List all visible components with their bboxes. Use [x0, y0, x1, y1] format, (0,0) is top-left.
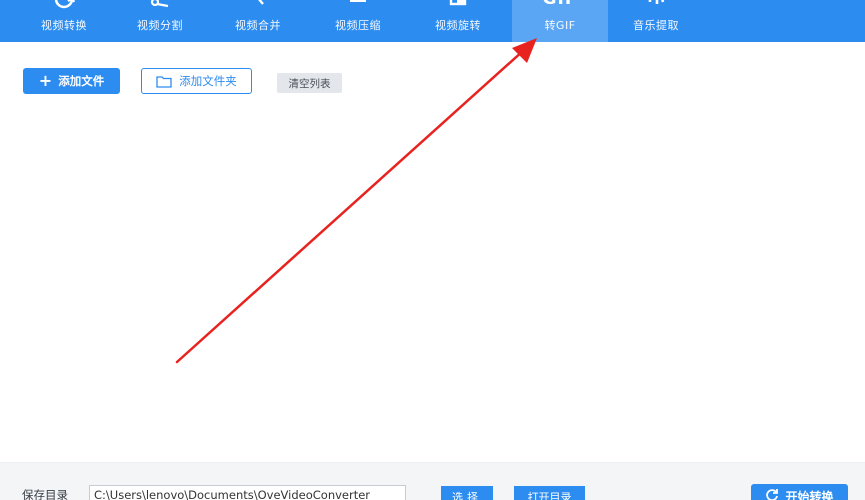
add-file-button[interactable]: + 添加文件	[23, 68, 120, 94]
file-list-area[interactable]	[4, 104, 861, 458]
tab-label: 视频转换	[41, 19, 87, 32]
music-extract-icon	[608, 0, 704, 10]
gif-icon-text: GIF	[543, 0, 578, 9]
save-directory-label: 保存目录	[22, 488, 68, 500]
start-convert-label: 开始转换	[785, 490, 834, 500]
tab-video-rotate[interactable]: 视频旋转	[410, 0, 506, 42]
tab-label: 音乐提取	[633, 19, 679, 32]
footer-bar: 保存目录 C:\Users\lenovo\Documents\OveVideoC…	[0, 462, 865, 500]
tab-to-gif[interactable]: GIF 转GIF	[512, 0, 608, 42]
tab-music-extract[interactable]: 音乐提取	[608, 0, 704, 42]
scissors-icon	[112, 0, 208, 10]
tab-video-merge[interactable]: 视频合并	[210, 0, 306, 42]
save-path-field[interactable]: C:\Users\lenovo\Documents\OveVideoConver…	[89, 485, 406, 500]
clear-list-button[interactable]: 清空列表	[277, 73, 342, 93]
tab-video-convert[interactable]: 视频转换	[16, 0, 112, 42]
plus-icon: +	[38, 71, 53, 90]
merge-icon	[210, 0, 306, 10]
tab-label: 视频分割	[137, 19, 183, 32]
add-folder-button[interactable]: 添加文件夹	[141, 68, 252, 94]
tab-label: 视频压缩	[335, 19, 381, 32]
gif-icon: GIF	[512, 0, 608, 10]
tab-label: 视频合并	[235, 19, 281, 32]
open-directory-button[interactable]: 打开目录	[514, 486, 585, 500]
add-file-label: 添加文件	[58, 74, 105, 88]
top-toolbar: 视频转换 视频分割 视频合并 视频压缩 视频旋转 GIF 转GIF 音乐提取	[0, 0, 865, 42]
tab-video-split[interactable]: 视频分割	[112, 0, 208, 42]
refresh-icon	[766, 489, 779, 500]
tab-label: 转GIF	[544, 19, 576, 32]
tab-video-compress[interactable]: 视频压缩	[310, 0, 406, 42]
select-directory-button[interactable]: 选择	[441, 486, 493, 500]
add-folder-label: 添加文件夹	[179, 74, 237, 88]
start-convert-button[interactable]: 开始转换	[751, 484, 848, 500]
compress-icon	[310, 0, 406, 10]
tab-label: 视频旋转	[435, 19, 481, 32]
convert-icon	[16, 0, 112, 10]
folder-icon	[156, 75, 172, 88]
rotate-icon	[410, 0, 506, 10]
